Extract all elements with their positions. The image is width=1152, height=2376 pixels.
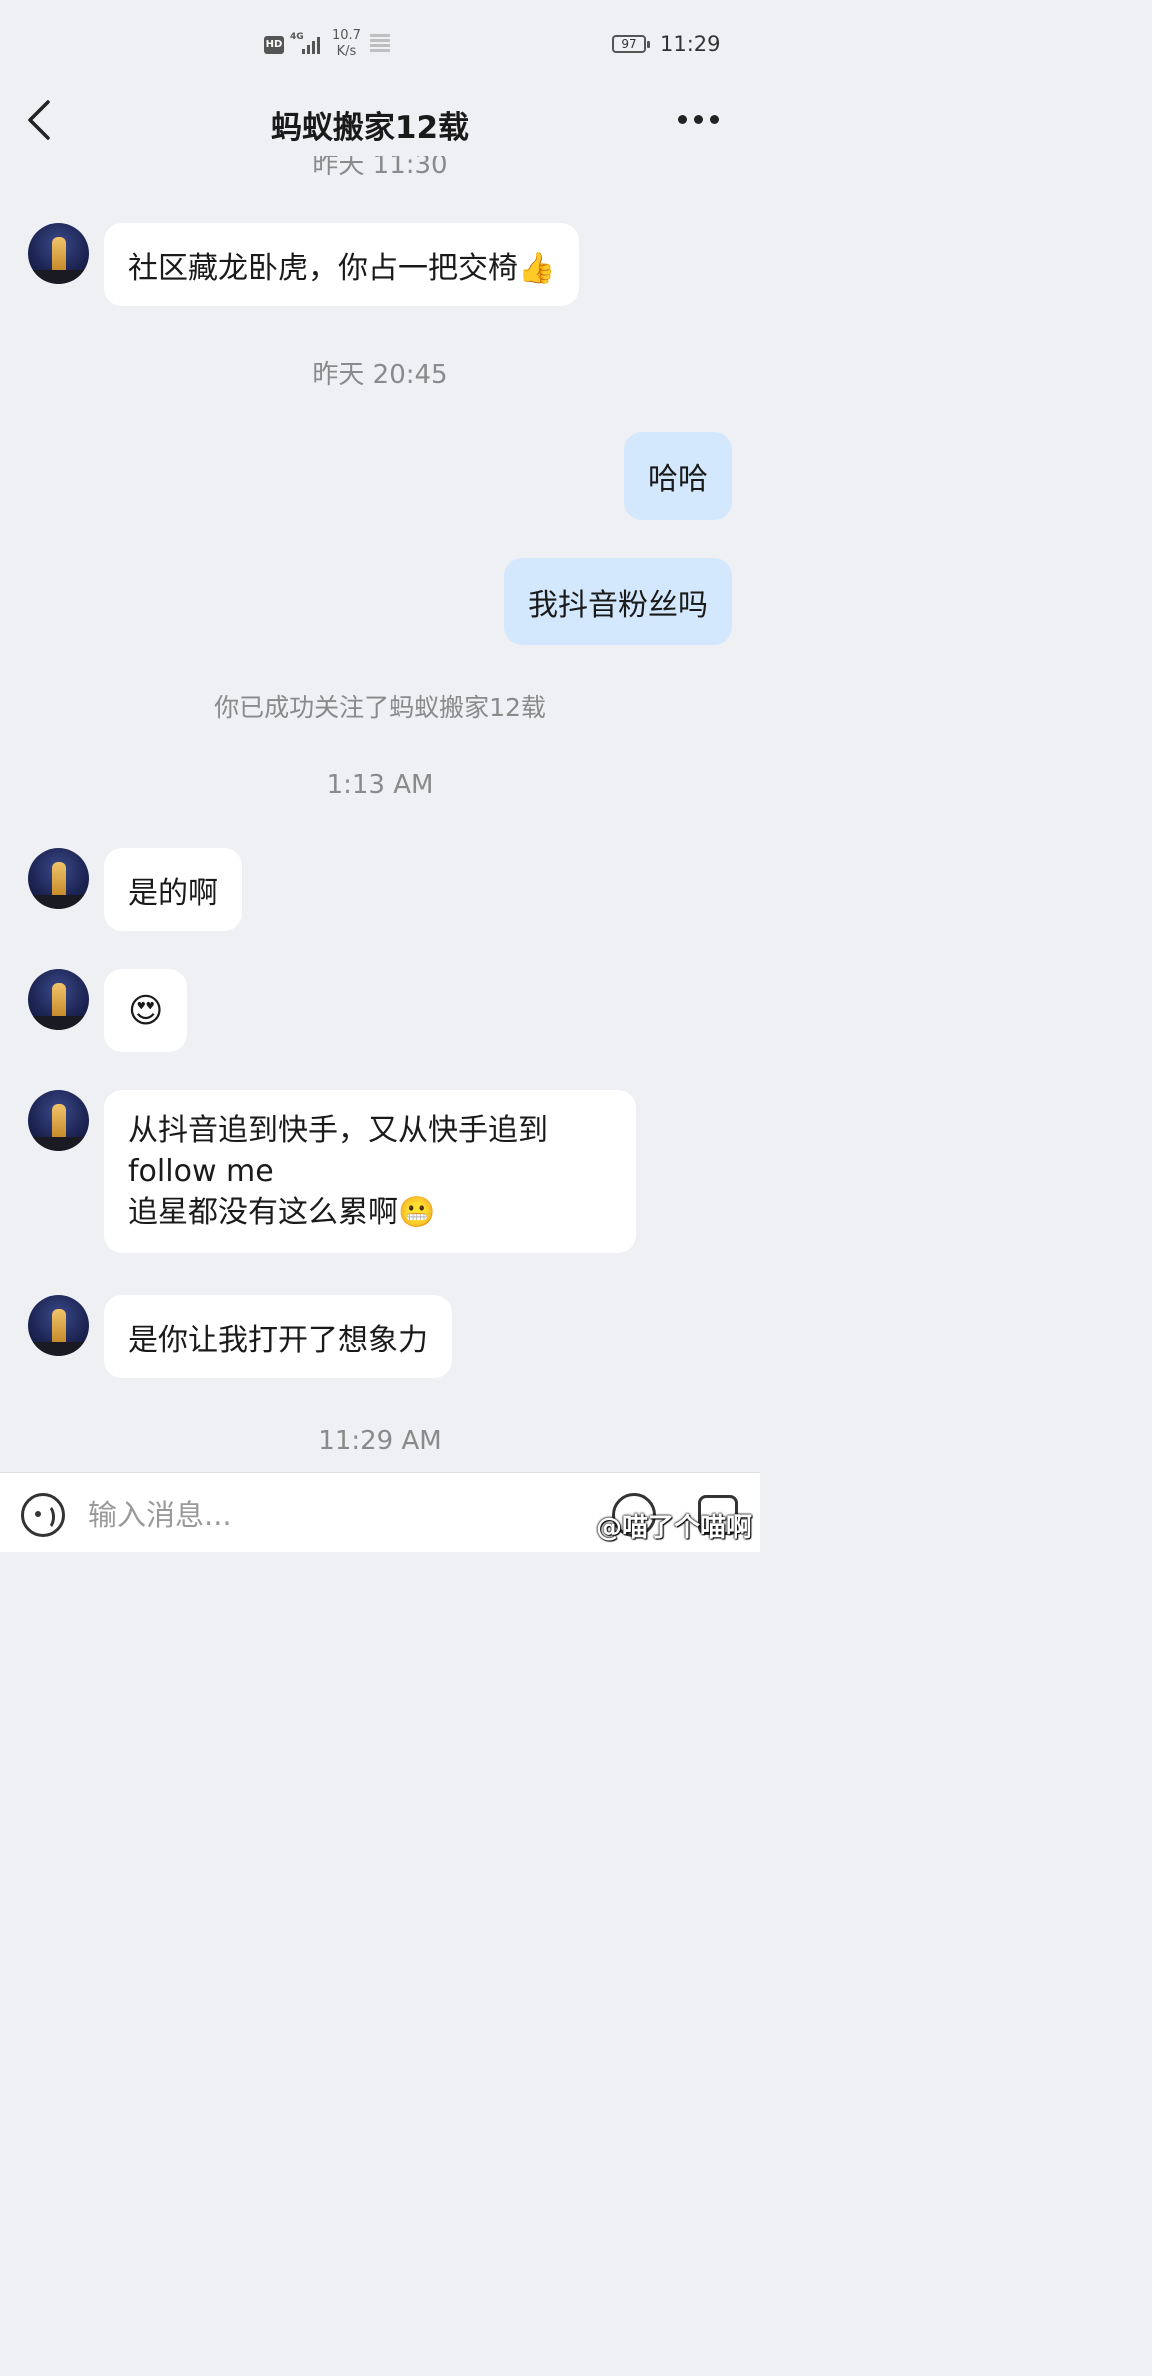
message-bubble-incoming[interactable]: 从抖音追到快手，又从快手追到 follow me 追星都没有这么累啊😬 [104,1090,636,1253]
voice-icon[interactable] [21,1493,65,1537]
message-line: 追星都没有这么累啊😬 [128,1195,436,1230]
message-bubble-incoming[interactable]: 社区藏龙卧虎，你占一把交椅👍 [104,223,580,306]
network-speed: 10.7 K/s [332,28,361,60]
message-input[interactable] [88,1495,508,1535]
message-bubble-incoming[interactable]: 是你让我打开了想象力 [104,1295,452,1378]
message-bubble-outgoing[interactable]: 我抖音粉丝吗 [504,558,732,645]
avatar[interactable] [28,848,89,909]
avatar[interactable] [28,1295,89,1356]
avatar[interactable] [28,1090,89,1151]
message-list[interactable]: 昨天 11:30 社区藏龙卧虎，你占一把交椅👍 昨天 20:45 哈哈 我抖音粉… [0,156,760,1472]
time-label: 昨天 11:30 [312,156,448,180]
more-horizontal-icon[interactable] [672,106,724,132]
message-line: follow me [128,1154,274,1189]
battery-icon: 97 [612,35,650,53]
chat-header: 蚂蚁搬家12载 [0,86,760,156]
time-label: 1:13 AM [326,770,434,800]
status-time: 11:29 [660,32,721,56]
message-bubble-incoming[interactable]: 是的啊 [104,848,242,931]
avatar[interactable] [28,969,89,1030]
wifi-icon [370,34,390,52]
message-line: 从抖音追到快手，又从快手追到 [128,1113,548,1148]
input-bar: @喵了个喵啊 [0,1472,760,1552]
time-label: 11:29 AM [318,1426,442,1456]
chat-title: 蚂蚁搬家12载 [270,110,470,146]
system-notice: 你已成功关注了蚂蚁搬家12载 [214,693,546,722]
network-speed-value: 10.7 [332,28,361,43]
network-speed-unit: K/s [336,44,357,59]
avatar[interactable] [28,223,89,284]
message-bubble-outgoing[interactable]: 哈哈 [624,432,732,520]
status-bar: HD 4G 10.7 K/s 97 11:29 [0,0,760,86]
time-label: 昨天 20:45 [312,360,448,390]
hd-indicator: HD [264,36,284,54]
signal-icon [302,34,324,54]
message-bubble-incoming[interactable]: 😍 [104,969,188,1052]
watermark: @喵了个喵啊 [595,1513,752,1543]
